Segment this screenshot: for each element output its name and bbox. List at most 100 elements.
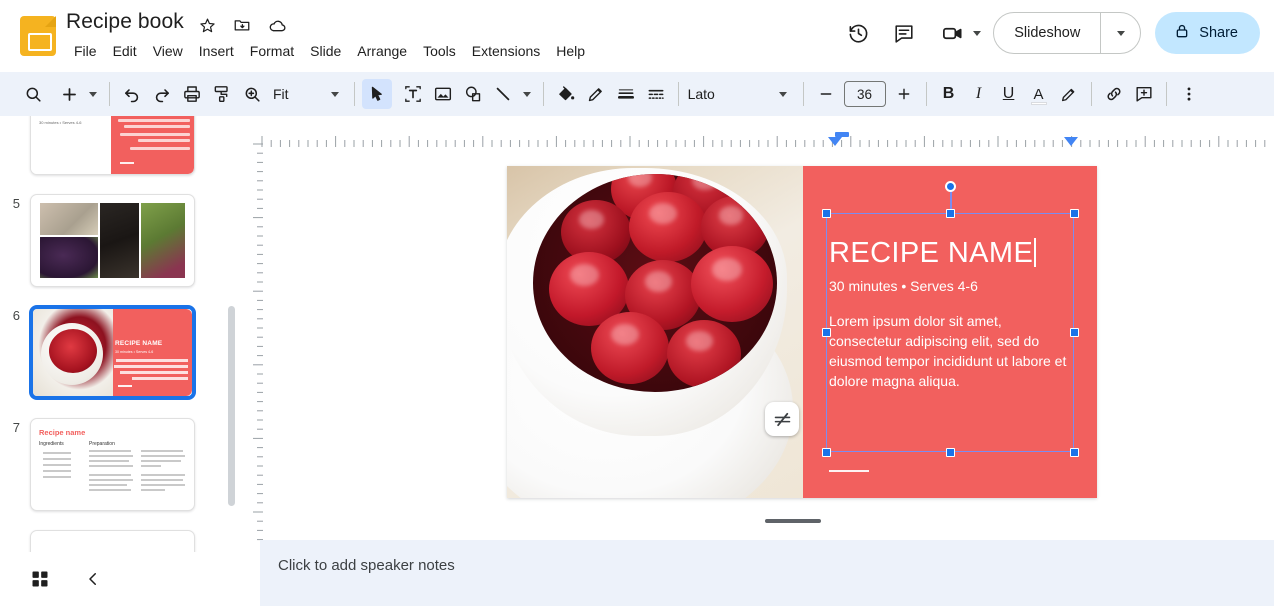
thumb-subtitle: 30 minutes • Serves 4-6 <box>115 350 189 354</box>
speaker-notes-pane[interactable]: Click to add speaker notes <box>260 540 1274 606</box>
version-history-icon[interactable] <box>837 12 879 54</box>
zoom-level-dropdown[interactable] <box>323 79 347 109</box>
border-color-icon[interactable] <box>581 79 611 109</box>
chevron-down-icon <box>89 92 97 97</box>
increase-font-size-button[interactable] <box>889 79 919 109</box>
toolbar-divider <box>1091 82 1092 106</box>
menu-extensions[interactable]: Extensions <box>464 41 548 61</box>
decrease-font-size-button[interactable] <box>811 79 841 109</box>
resize-handle-e[interactable] <box>1070 328 1079 337</box>
highlight-icon[interactable] <box>1054 79 1084 109</box>
search-icon[interactable] <box>18 79 48 109</box>
share-button[interactable]: Share <box>1155 12 1260 54</box>
resize-handle-nw[interactable] <box>822 209 831 218</box>
underline-label: U <box>1003 85 1015 103</box>
horizontal-ruler[interactable] <box>260 132 1274 148</box>
resize-handle-s[interactable] <box>946 448 955 457</box>
vertical-ruler[interactable] <box>250 142 264 542</box>
zoom-level-label[interactable]: Fit <box>267 86 293 102</box>
video-camera-icon[interactable] <box>931 12 973 54</box>
cloud-saved-icon[interactable] <box>266 14 288 36</box>
present-to-meeting-button[interactable] <box>929 12 983 54</box>
text-cursor <box>1034 238 1036 267</box>
slides-logo-icon[interactable] <box>20 16 56 56</box>
menu-arrange[interactable]: Arrange <box>349 41 415 61</box>
border-dash-icon[interactable] <box>641 79 671 109</box>
chevron-left-icon[interactable] <box>78 564 108 594</box>
menu-edit[interactable]: Edit <box>105 41 145 61</box>
slideshow-options-button[interactable] <box>1100 13 1140 53</box>
italic-label: I <box>976 85 981 103</box>
select-arrow-icon[interactable] <box>362 79 392 109</box>
zoom-icon[interactable] <box>237 79 267 109</box>
filmstrip-scrollbar[interactable] <box>228 306 235 506</box>
resize-handle-w[interactable] <box>822 328 831 337</box>
link-icon[interactable] <box>1099 79 1129 109</box>
list-item[interactable]: 5 <box>0 194 230 287</box>
line-icon[interactable] <box>488 79 518 109</box>
no-crop-icon[interactable] <box>765 402 799 436</box>
print-icon[interactable] <box>177 79 207 109</box>
menu-format[interactable]: Format <box>242 41 302 61</box>
new-slide-options-icon[interactable] <box>84 79 102 109</box>
chevron-down-icon <box>523 92 531 97</box>
menu-help[interactable]: Help <box>548 41 593 61</box>
italic-button[interactable]: I <box>964 79 994 109</box>
document-title[interactable]: Recipe book <box>66 10 184 34</box>
more-vertical-icon[interactable] <box>1174 79 1204 109</box>
star-icon[interactable] <box>196 14 218 36</box>
slide-filmstrip[interactable]: 4 Recipe name 30 minutes • Serves 4-6 Pr… <box>0 116 250 606</box>
redo-icon[interactable] <box>147 79 177 109</box>
slide-thumbnail-6[interactable]: RECIPE NAME 30 minutes • Serves 4-6 <box>30 306 195 399</box>
panel-accent-rule <box>829 470 869 472</box>
thumb-subtitle: 30 minutes • Serves 4-6 <box>39 120 82 125</box>
menu-insert[interactable]: Insert <box>191 41 242 61</box>
slide-number: 5 <box>0 194 30 211</box>
slide-image[interactable] <box>507 166 803 498</box>
slideshow-button[interactable]: Slideshow <box>994 13 1100 53</box>
text-box-icon[interactable] <box>398 79 428 109</box>
text-color-label: A <box>1034 86 1044 103</box>
border-weight-icon[interactable] <box>611 79 641 109</box>
rotation-handle[interactable] <box>945 181 956 192</box>
notes-resize-handle[interactable] <box>765 519 821 523</box>
left-indent-marker[interactable] <box>828 137 842 146</box>
chevron-down-icon[interactable] <box>973 31 981 36</box>
bold-button[interactable]: B <box>934 79 964 109</box>
undo-icon[interactable] <box>117 79 147 109</box>
underline-button[interactable]: U <box>994 79 1024 109</box>
menu-tools[interactable]: Tools <box>415 41 464 61</box>
menu-view[interactable]: View <box>145 41 191 61</box>
insert-image-icon[interactable] <box>428 79 458 109</box>
resize-handle-se[interactable] <box>1070 448 1079 457</box>
new-slide-button[interactable] <box>54 79 84 109</box>
paint-format-icon[interactable] <box>207 79 237 109</box>
line-options-icon[interactable] <box>518 79 536 109</box>
comment-icon[interactable] <box>883 12 925 54</box>
thumb-photo-grid <box>40 203 185 278</box>
resize-handle-sw[interactable] <box>822 448 831 457</box>
resize-handle-n[interactable] <box>946 209 955 218</box>
title-icon-group <box>196 14 288 36</box>
add-comment-icon[interactable] <box>1129 79 1159 109</box>
slide-thumbnail-7[interactable]: Recipe name Ingredients Preparation <box>30 418 195 511</box>
grid-view-icon[interactable] <box>25 564 55 594</box>
slide-thumbnail-4[interactable]: Recipe name 30 minutes • Serves 4-6 Prep… <box>30 116 195 175</box>
shape-icon[interactable] <box>458 79 488 109</box>
resize-handle-ne[interactable] <box>1070 209 1079 218</box>
right-indent-marker[interactable] <box>1064 137 1078 146</box>
list-item[interactable]: 6 RECIPE NAME 30 minutes • Serves 4-6 <box>0 306 230 399</box>
menu-slide[interactable]: Slide <box>302 41 349 61</box>
font-family-selector[interactable]: Lato <box>688 79 796 109</box>
text-color-swatch <box>1031 102 1047 105</box>
slide-editing-surface[interactable]: RECIPE NAME 30 minutes • Serves 4-6 Lore… <box>507 166 1097 498</box>
list-item[interactable]: 7 Recipe name Ingredients Preparation <box>0 418 230 511</box>
fill-color-icon[interactable] <box>551 79 581 109</box>
menu-file[interactable]: File <box>66 41 105 61</box>
slide-thumbnail-5[interactable] <box>30 194 195 287</box>
list-item[interactable]: 4 Recipe name 30 minutes • Serves 4-6 Pr… <box>0 116 230 175</box>
move-to-folder-icon[interactable] <box>231 14 253 36</box>
text-color-button[interactable]: A <box>1024 79 1054 109</box>
slide-number: 7 <box>0 418 30 435</box>
font-size-input[interactable]: 36 <box>844 81 886 107</box>
